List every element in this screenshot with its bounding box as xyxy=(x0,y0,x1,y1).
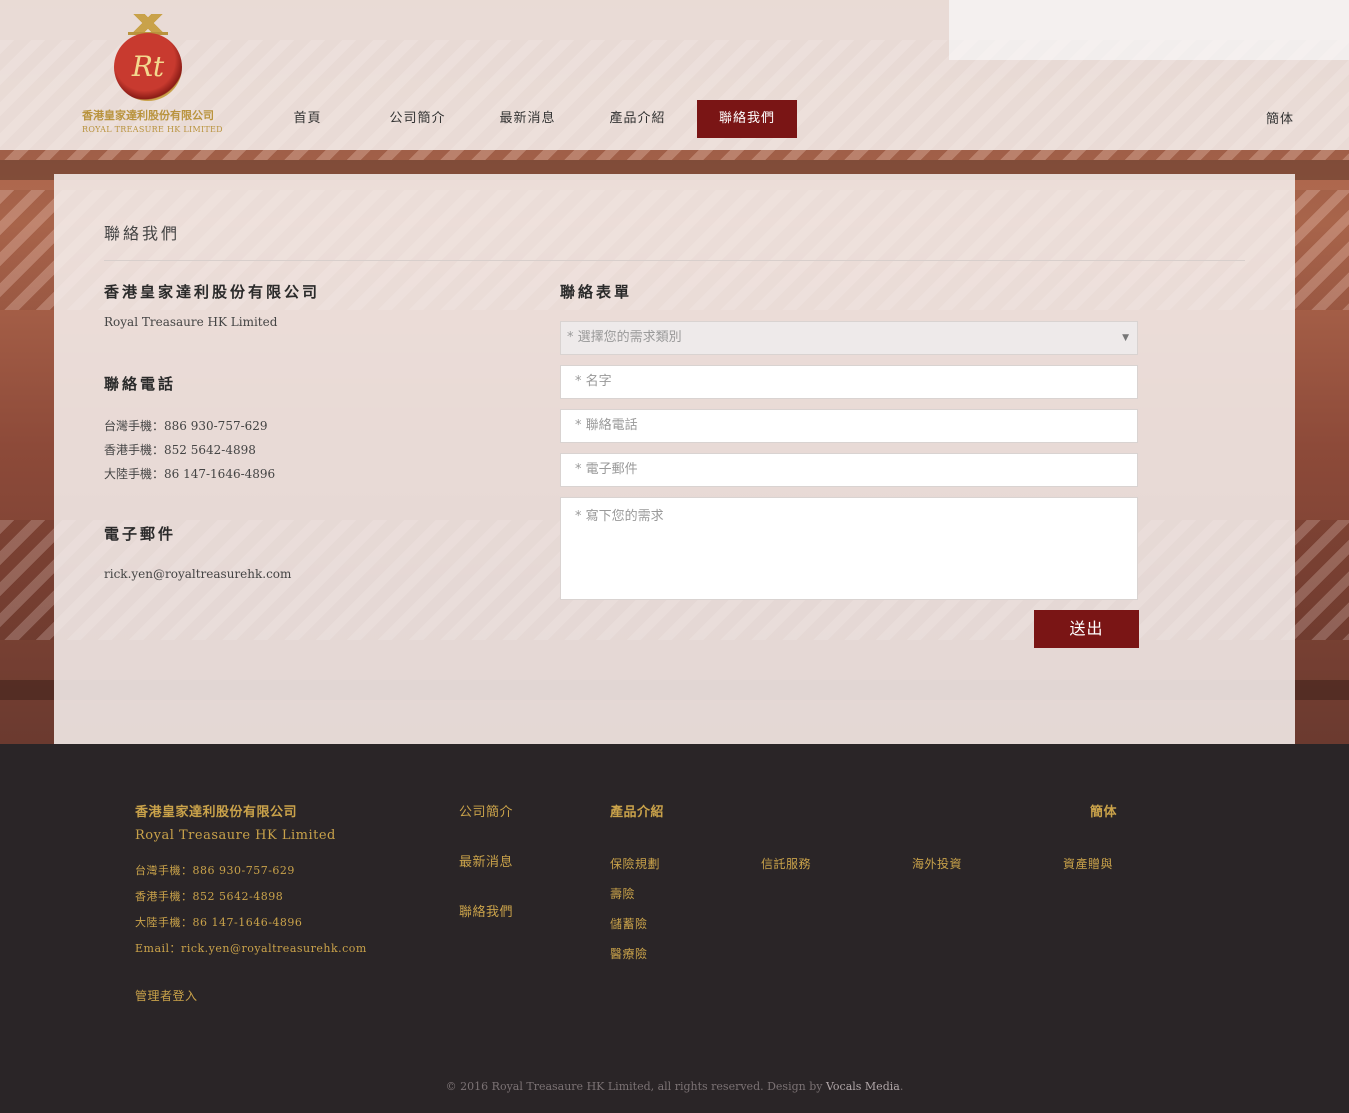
footer-products-heading[interactable]: 產品介紹 xyxy=(610,801,664,820)
nav-contact[interactable]: 聯絡我們 xyxy=(697,100,797,138)
footer-product-savings[interactable]: 儲蓄險 xyxy=(610,915,648,932)
footer-link-about[interactable]: 公司簡介 xyxy=(459,801,513,820)
footer-service-overseas[interactable]: 海外投資 xyxy=(912,855,962,872)
logo-seal: Rt xyxy=(114,33,182,101)
phone-hongkong: 香港手機：852 5642-4898 xyxy=(104,443,256,457)
footer-phone-taiwan: 台灣手機：886 930-757-629 xyxy=(135,864,295,877)
company-name-en: Royal Treasaure HK Limited xyxy=(104,315,278,329)
footer-service-trust[interactable]: 信託服務 xyxy=(761,855,811,872)
phone-field[interactable]: * 聯絡電話 xyxy=(560,409,1138,443)
page-title: 聯絡我們 xyxy=(104,224,181,243)
phone-taiwan: 台灣手機：886 930-757-629 xyxy=(104,419,268,433)
footer-link-contact[interactable]: 聯絡我們 xyxy=(459,901,513,920)
footer-product-insurance-planning[interactable]: 保險規劃 xyxy=(610,855,660,872)
site-header: Rt 香港皇家達利股份有限公司 ROYAL TREASURE HK LIMITE… xyxy=(0,0,1349,150)
nav-about[interactable]: 公司簡介 xyxy=(385,100,450,138)
logo-name-en: ROYAL TREASURE HK LIMITED xyxy=(82,125,223,134)
designer-link[interactable]: Vocals Media xyxy=(826,1080,900,1093)
nav-news[interactable]: 最新消息 xyxy=(495,100,560,138)
footer-email[interactable]: Email：rick.yen@royaltreasurehk.com xyxy=(135,940,367,956)
footer-language-switch[interactable]: 簡体 xyxy=(1090,801,1117,820)
form-heading: 聯絡表單 xyxy=(560,283,633,301)
footer-company: 香港皇家達利股份有限公司 xyxy=(135,805,298,820)
category-select[interactable]: * 選擇您的需求類別 ▼ xyxy=(560,321,1138,355)
footer-service-gift[interactable]: 資產贈與 xyxy=(1063,855,1113,872)
chevron-down-icon: ▼ xyxy=(1122,333,1129,343)
phone-china: 大陸手機：86 147-1646-4896 xyxy=(104,467,276,481)
message-textarea[interactable]: * 寫下您的需求 xyxy=(560,497,1138,600)
footer-company-en: Royal Treasaure HK Limited xyxy=(135,828,336,843)
contact-panel: 聯絡我們 香港皇家達利股份有限公司 Royal Treasaure HK Lim… xyxy=(54,174,1295,744)
category-select-value: * 選擇您的需求類別 xyxy=(567,330,682,345)
nav-home[interactable]: 首頁 xyxy=(280,100,335,138)
copyright-period: . xyxy=(899,1080,904,1093)
copyright: © 2016 Royal Treasaure HK Limited, all r… xyxy=(0,1080,1349,1093)
email-heading: 電子郵件 xyxy=(104,525,177,543)
divider xyxy=(104,260,1245,261)
company-name: 香港皇家達利股份有限公司 xyxy=(104,283,321,301)
crown-icon xyxy=(128,14,168,35)
nav-products[interactable]: 產品介紹 xyxy=(605,100,670,138)
logo-name-cn: 香港皇家達利股份有限公司 xyxy=(82,109,214,122)
admin-login-link[interactable]: 管理者登入 xyxy=(135,987,198,1004)
name-field[interactable]: * 名字 xyxy=(560,365,1138,399)
footer-product-medical[interactable]: 醫療險 xyxy=(610,945,648,962)
footer-phone-china: 大陸手機：86 147-1646-4896 xyxy=(135,916,303,929)
footer-phone-hongkong: 香港手機：852 5642-4898 xyxy=(135,890,284,903)
language-switch[interactable]: 簡体 xyxy=(1266,108,1294,127)
footer-product-life[interactable]: 壽險 xyxy=(610,885,635,902)
email-field[interactable]: * 電子郵件 xyxy=(560,453,1138,487)
site-footer: 香港皇家達利股份有限公司 Royal Treasaure HK Limited … xyxy=(0,744,1349,1113)
footer-link-news[interactable]: 最新消息 xyxy=(459,851,513,870)
phone-heading: 聯絡電話 xyxy=(104,375,177,393)
company-logo[interactable]: Rt 香港皇家達利股份有限公司 ROYAL TREASURE HK LIMITE… xyxy=(82,14,223,134)
copyright-text: © 2016 Royal Treasaure HK Limited, all r… xyxy=(445,1080,826,1093)
submit-button[interactable]: 送出 xyxy=(1034,610,1139,648)
email-address[interactable]: rick.yen@royaltreasurehk.com xyxy=(104,567,291,581)
